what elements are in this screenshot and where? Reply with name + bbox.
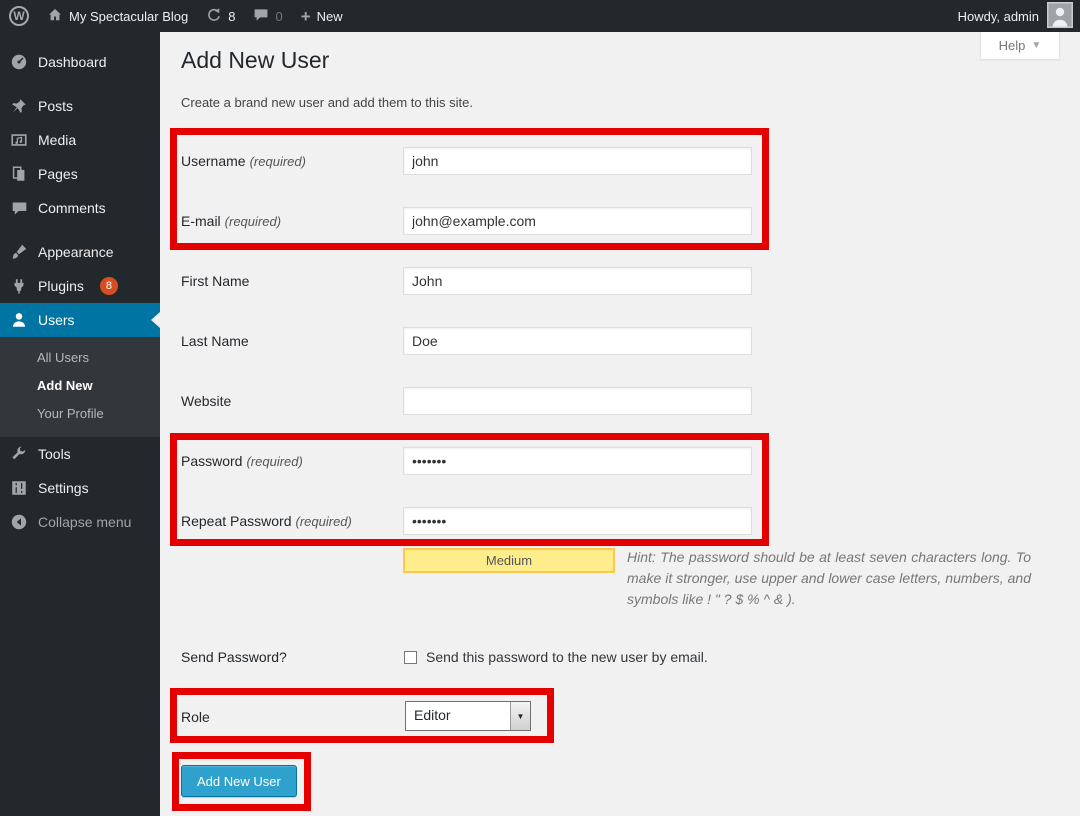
plugins-update-badge: 8 (100, 277, 118, 295)
sidebar-item-label: Media (38, 132, 76, 148)
howdy-menu[interactable]: Howdy, admin (958, 0, 1039, 32)
password-label: Password(required) (181, 447, 399, 476)
updates-menu[interactable]: 8 (197, 0, 244, 32)
settings-sliders-icon (9, 479, 29, 497)
required-note: (required) (250, 154, 306, 169)
main-content: Help ▼ Add New User Create a brand new u… (160, 32, 1080, 816)
sidebar-item-label: Comments (38, 200, 106, 216)
sidebar-item-label: Collapse menu (38, 514, 131, 530)
role-selected-value: Editor (406, 702, 510, 730)
website-input[interactable] (403, 387, 752, 415)
admin-sidebar: Dashboard Posts Media Pages Comments App… (0, 32, 160, 816)
plug-icon (9, 277, 29, 295)
password-hint-area: Medium Hint: The password should be at l… (403, 547, 1031, 610)
role-label: Role (181, 703, 399, 731)
add-new-user-button[interactable]: Add New User (181, 765, 297, 797)
sidebar-item-label: Settings (38, 480, 89, 496)
pages-icon (9, 165, 29, 183)
page-subtitle: Create a brand new user and add them to … (181, 95, 473, 110)
website-label: Website (181, 387, 399, 415)
sidebar-item-label: Appearance (38, 244, 114, 260)
wordpress-logo-menu[interactable]: W (0, 0, 38, 32)
comment-bubble-icon (253, 7, 269, 26)
sidebar-item-posts[interactable]: Posts (0, 89, 160, 123)
last-name-input[interactable] (403, 327, 752, 355)
sidebar-item-dashboard[interactable]: Dashboard (0, 45, 160, 79)
password-input[interactable] (403, 447, 752, 475)
sidebar-item-media[interactable]: Media (0, 123, 160, 157)
paintbrush-icon (9, 243, 29, 261)
username-input[interactable] (403, 147, 752, 175)
sidebar-item-comments[interactable]: Comments (0, 191, 160, 225)
sidebar-item-appearance[interactable]: Appearance (0, 235, 160, 269)
sidebar-item-label: Posts (38, 98, 73, 114)
required-note: (required) (225, 214, 281, 229)
sidebar-item-label: Tools (38, 446, 71, 462)
site-name: My Spectacular Blog (69, 9, 188, 24)
sidebar-item-settings[interactable]: Settings (0, 471, 160, 505)
admin-bar: W My Spectacular Blog 8 0 + New Howdy, a… (0, 0, 1080, 32)
current-menu-arrow (151, 312, 160, 328)
wordpress-logo-icon: W (9, 6, 29, 26)
sidebar-item-users[interactable]: Users (0, 303, 160, 337)
sidebar-item-tools[interactable]: Tools (0, 437, 160, 471)
page-title: Add New User (181, 45, 329, 75)
users-submenu: All Users Add New Your Profile (0, 337, 160, 437)
last-name-label: Last Name (181, 327, 399, 355)
avatar[interactable] (1047, 2, 1073, 31)
help-label: Help (999, 38, 1026, 53)
sidebar-item-plugins[interactable]: Plugins 8 (0, 269, 160, 303)
new-label: New (317, 9, 343, 24)
role-select[interactable]: Editor ▼ (405, 701, 531, 731)
media-icon (9, 131, 29, 149)
comment-bubble-icon (9, 200, 29, 217)
sidebar-item-collapse-menu[interactable]: Collapse menu (0, 505, 160, 539)
user-icon (9, 311, 29, 329)
submenu-item-all-users[interactable]: All Users (0, 344, 160, 372)
update-icon (206, 7, 222, 26)
collapse-arrow-icon (9, 513, 29, 531)
comments-menu[interactable]: 0 (244, 0, 291, 32)
comment-count: 0 (275, 9, 282, 24)
sidebar-item-label: Plugins (38, 278, 84, 294)
new-content-menu[interactable]: + New (292, 0, 352, 32)
sidebar-item-label: Pages (38, 166, 78, 182)
plus-icon: + (301, 8, 311, 25)
home-icon (47, 7, 63, 26)
wrench-icon (9, 445, 29, 463)
chevron-down-icon: ▼ (1031, 40, 1041, 51)
help-button[interactable]: Help ▼ (980, 32, 1060, 60)
pushpin-icon (9, 97, 29, 115)
dropdown-arrow-icon[interactable]: ▼ (510, 702, 530, 730)
first-name-label: First Name (181, 267, 399, 295)
site-name-menu[interactable]: My Spectacular Blog (38, 0, 197, 32)
email-input[interactable] (403, 207, 752, 235)
username-label: Username(required) (181, 147, 399, 176)
sidebar-item-label: Dashboard (38, 54, 107, 70)
first-name-input[interactable] (403, 267, 752, 295)
send-password-label: Send Password? (181, 643, 399, 671)
password-hint-text: Hint: The password should be at least se… (627, 549, 1031, 607)
required-note: (required) (296, 514, 352, 529)
repeat-password-label: Repeat Password(required) (181, 507, 399, 536)
sidebar-item-label: Users (38, 312, 75, 328)
send-password-checkbox[interactable] (404, 651, 417, 664)
required-note: (required) (246, 454, 302, 469)
password-strength-meter: Medium (403, 548, 615, 573)
update-count: 8 (228, 9, 235, 24)
submenu-item-your-profile[interactable]: Your Profile (0, 400, 160, 428)
repeat-password-input[interactable] (403, 507, 752, 535)
email-label: E-mail(required) (181, 207, 399, 236)
dashboard-gauge-icon (9, 53, 29, 71)
sidebar-item-pages[interactable]: Pages (0, 157, 160, 191)
submenu-item-add-new[interactable]: Add New (0, 372, 160, 400)
send-password-checkbox-label: Send this password to the new user by em… (426, 643, 708, 671)
